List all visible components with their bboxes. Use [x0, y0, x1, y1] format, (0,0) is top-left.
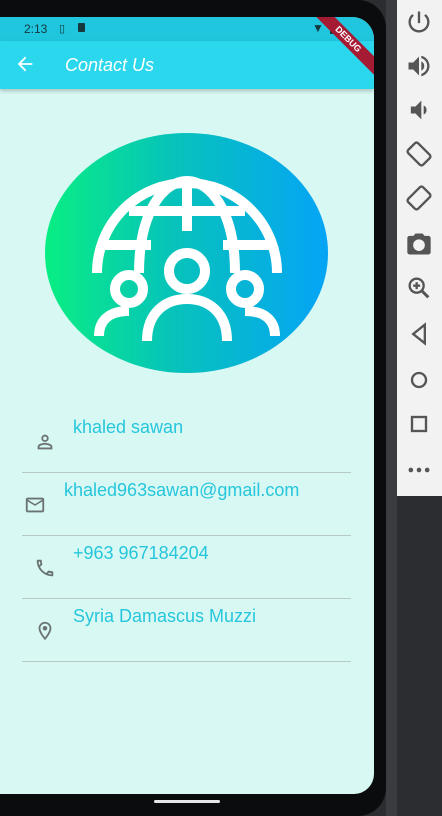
- location-icon: [38, 621, 52, 641]
- rotate-left-icon[interactable]: [405, 140, 433, 168]
- sim-icon: ▯: [59, 23, 66, 35]
- contact-name: khaled sawan: [73, 417, 184, 437]
- home-nav-icon[interactable]: [405, 366, 433, 394]
- power-icon[interactable]: [405, 8, 433, 36]
- camera-icon[interactable]: [405, 230, 433, 258]
- app-bar: Contact Us: [0, 41, 374, 89]
- contact-row-address: Syria Damascus Muzzi: [22, 598, 351, 662]
- contact-address: Syria Damascus Muzzi: [73, 606, 257, 626]
- sd-card-icon: [78, 23, 85, 32]
- status-bar: 2:13 ▯ ▼: [0, 17, 374, 41]
- back-nav-icon[interactable]: [405, 320, 433, 348]
- contact-phone: +963 967184204: [73, 543, 209, 563]
- contact-row-name: khaled sawan: [22, 409, 351, 473]
- status-time: 2:13: [24, 22, 48, 36]
- more-icon[interactable]: [405, 456, 433, 484]
- community-globe-logo: [45, 133, 328, 373]
- contact-row-phone: +963 967184204: [22, 535, 351, 599]
- globe-people-icon: [92, 175, 282, 342]
- person-icon: [37, 434, 53, 450]
- email-icon: [25, 497, 45, 513]
- volume-down-icon[interactable]: [405, 96, 433, 124]
- window-background: [386, 0, 397, 816]
- phone-icon: [36, 559, 54, 577]
- zoom-icon[interactable]: [405, 274, 433, 302]
- app-screen: 2:13 ▯ ▼ Contact Us DEBUG khaled sawan k…: [0, 17, 374, 794]
- rotate-right-icon[interactable]: [405, 184, 433, 212]
- back-arrow-icon[interactable]: [14, 53, 36, 75]
- overview-nav-icon[interactable]: [405, 410, 433, 438]
- phone-frame: 2:13 ▯ ▼ Contact Us DEBUG khaled sawan k…: [0, 0, 386, 816]
- page-title: Contact Us: [65, 55, 155, 75]
- volume-up-icon[interactable]: [405, 52, 433, 80]
- contact-email: khaled963sawan@gmail.com: [64, 480, 300, 500]
- emulator-toolbar: [397, 0, 442, 496]
- gesture-nav-pill[interactable]: [154, 800, 220, 803]
- contact-row-email: khaled963sawan@gmail.com: [22, 472, 351, 536]
